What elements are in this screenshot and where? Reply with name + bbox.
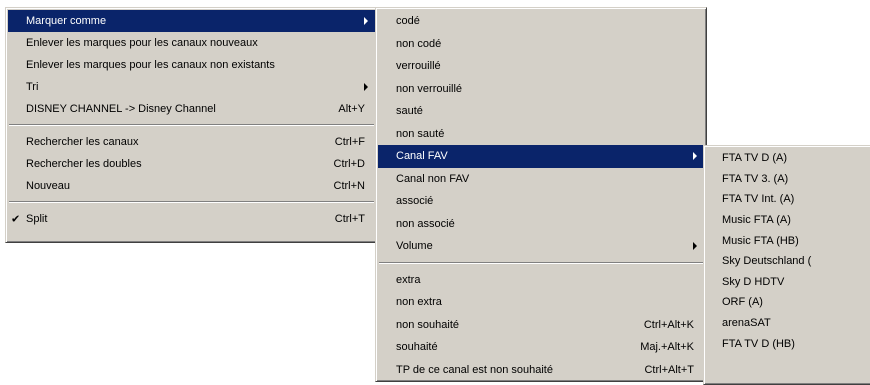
menu-item-tp-non-souhaite[interactable]: TP de ce canal est non souhaité Ctrl+Alt… bbox=[378, 359, 704, 382]
menu-item-label: non sauté bbox=[396, 127, 445, 140]
menu-item-label: non extra bbox=[396, 296, 442, 309]
menu-item-label: sauté bbox=[396, 105, 423, 118]
menu-item-canal-non-fav[interactable]: Canal non FAV bbox=[378, 168, 704, 191]
menu-item-label: Marquer comme bbox=[26, 15, 107, 27]
menu-item-code[interactable]: codé bbox=[378, 10, 704, 33]
fav-list-item[interactable]: FTA TV D (A) bbox=[706, 148, 870, 169]
menu-item-label: FTA TV D (HB) bbox=[722, 337, 795, 350]
fav-list-item[interactable]: Sky D HDTV bbox=[706, 272, 870, 293]
menu-item-shortcut: Alt+Y bbox=[338, 103, 365, 115]
menu-item-tri[interactable]: Tri bbox=[8, 76, 375, 98]
menu-item-shortcut: Ctrl+Alt+T bbox=[644, 363, 694, 376]
menu-item-label: Enlever les marques pour les canaux nouv… bbox=[26, 37, 258, 49]
menu-item-verrouille[interactable]: verrouillé bbox=[378, 55, 704, 78]
menu-item-souhaite[interactable]: souhaité Maj.+Alt+K bbox=[378, 336, 704, 359]
menu-item-label: ORF (A) bbox=[722, 296, 763, 309]
menu-item-label: FTA TV 3. (A) bbox=[722, 172, 789, 185]
menu-item-non-souhaite[interactable]: non souhaité Ctrl+Alt+K bbox=[378, 314, 704, 337]
menu-separator bbox=[9, 201, 374, 203]
menu-item-associe[interactable]: associé bbox=[378, 190, 704, 213]
menu-separator bbox=[379, 261, 703, 264]
menu-item-label: FTA TV D (A) bbox=[722, 152, 787, 165]
menu-item-label: Canal non FAV bbox=[396, 172, 470, 185]
menu-item-volume[interactable]: Volume bbox=[378, 235, 704, 258]
menu-item-label: extra bbox=[396, 273, 421, 286]
menu-item-label: Music FTA (HB) bbox=[722, 234, 799, 247]
menu-item-label: Enlever les marques pour les canaux non … bbox=[26, 59, 275, 71]
fav-list-item[interactable]: Sky Deutschland ( bbox=[706, 251, 870, 272]
menu-item-enlever-nouveaux[interactable]: Enlever les marques pour les canaux nouv… bbox=[8, 32, 375, 54]
menu-item-label: souhaité bbox=[396, 341, 438, 354]
menu-item-nouveau[interactable]: Nouveau Ctrl+N bbox=[8, 175, 375, 197]
submenu-arrow-icon bbox=[364, 83, 368, 91]
checkmark-icon: ✔ bbox=[11, 213, 21, 226]
fav-list-item[interactable]: FTA TV D (HB) bbox=[706, 333, 870, 354]
menu-item-disney-channel[interactable]: DISNEY CHANNEL -> Disney Channel Alt+Y bbox=[8, 98, 375, 120]
menu-item-label: Nouveau bbox=[26, 180, 71, 192]
fav-list-item[interactable]: FTA TV Int. (A) bbox=[706, 189, 870, 210]
menu-item-label: Volume bbox=[396, 240, 433, 253]
menu-item-canal-fav[interactable]: Canal FAV bbox=[378, 145, 704, 168]
menu-item-label: verrouillé bbox=[396, 60, 441, 73]
submenu-marquer-comme: codé non codé verrouillé non verrouillé … bbox=[375, 7, 707, 382]
submenu-arrow-icon bbox=[693, 242, 697, 251]
menu-item-non-verrouille[interactable]: non verrouillé bbox=[378, 78, 704, 101]
menu-item-non-extra[interactable]: non extra bbox=[378, 291, 704, 314]
fav-list-item[interactable]: arenaSAT bbox=[706, 313, 870, 334]
menu-item-label: FTA TV Int. (A) bbox=[722, 193, 795, 206]
menu-item-enlever-non-existants[interactable]: Enlever les marques pour les canaux non … bbox=[8, 54, 375, 76]
menu-item-label: Sky D HDTV bbox=[722, 275, 785, 288]
fav-list-item[interactable]: ORF (A) bbox=[706, 292, 870, 313]
menu-item-non-saute[interactable]: non sauté bbox=[378, 123, 704, 146]
menu-item-saute[interactable]: sauté bbox=[378, 100, 704, 123]
fav-list-item[interactable]: Music FTA (A) bbox=[706, 210, 870, 231]
menu-item-label: Tri bbox=[26, 81, 39, 93]
fav-list-item[interactable]: Music FTA (HB) bbox=[706, 230, 870, 251]
menu-item-non-code[interactable]: non codé bbox=[378, 33, 704, 56]
submenu-canal-fav: FTA TV D (A) FTA TV 3. (A) FTA TV Int. (… bbox=[703, 145, 870, 385]
menu-item-shortcut: Ctrl+N bbox=[333, 180, 365, 192]
submenu-arrow-icon bbox=[693, 152, 697, 161]
submenu-arrow-icon bbox=[364, 17, 368, 25]
menu-item-label: associé bbox=[396, 195, 434, 208]
menu-item-label: Rechercher les canaux bbox=[26, 136, 139, 148]
menu-item-extra[interactable]: extra bbox=[378, 269, 704, 292]
context-menu: Marquer comme Enlever les marques pour l… bbox=[5, 7, 378, 243]
menu-item-rechercher-canaux[interactable]: Rechercher les canaux Ctrl+F bbox=[8, 131, 375, 153]
menu-item-label: TP de ce canal est non souhaité bbox=[396, 363, 553, 376]
menu-item-shortcut: Ctrl+Alt+K bbox=[643, 318, 694, 331]
menu-item-label: non codé bbox=[396, 37, 442, 50]
menu-item-shortcut: Maj.+Alt+K bbox=[640, 341, 694, 354]
menu-item-label: Sky Deutschland ( bbox=[722, 255, 812, 268]
menu-item-label: non souhaité bbox=[396, 318, 459, 331]
menu-item-label: non verrouillé bbox=[396, 82, 463, 95]
menu-item-label: Music FTA (A) bbox=[722, 214, 791, 227]
menu-item-label: codé bbox=[396, 15, 420, 28]
menu-item-label: Split bbox=[26, 213, 48, 225]
menu-item-shortcut: Ctrl+F bbox=[334, 136, 365, 148]
menu-item-shortcut: Ctrl+T bbox=[334, 213, 365, 225]
menu-item-label: DISNEY CHANNEL -> Disney Channel bbox=[26, 103, 216, 115]
menu-item-label: Rechercher les doubles bbox=[26, 158, 142, 170]
menu-item-label: Canal FAV bbox=[396, 150, 448, 163]
fav-list-item[interactable]: FTA TV 3. (A) bbox=[706, 169, 870, 190]
menu-item-marquer-comme[interactable]: Marquer comme bbox=[8, 10, 375, 32]
menu-separator bbox=[9, 124, 374, 126]
menu-item-label: non associé bbox=[396, 217, 455, 230]
menu-item-non-associe[interactable]: non associé bbox=[378, 213, 704, 236]
menu-item-split[interactable]: ✔ Split Ctrl+T bbox=[8, 208, 375, 230]
menu-item-shortcut: Ctrl+D bbox=[333, 158, 365, 170]
menu-item-label: arenaSAT bbox=[722, 317, 771, 330]
menu-item-rechercher-doubles[interactable]: Rechercher les doubles Ctrl+D bbox=[8, 153, 375, 175]
